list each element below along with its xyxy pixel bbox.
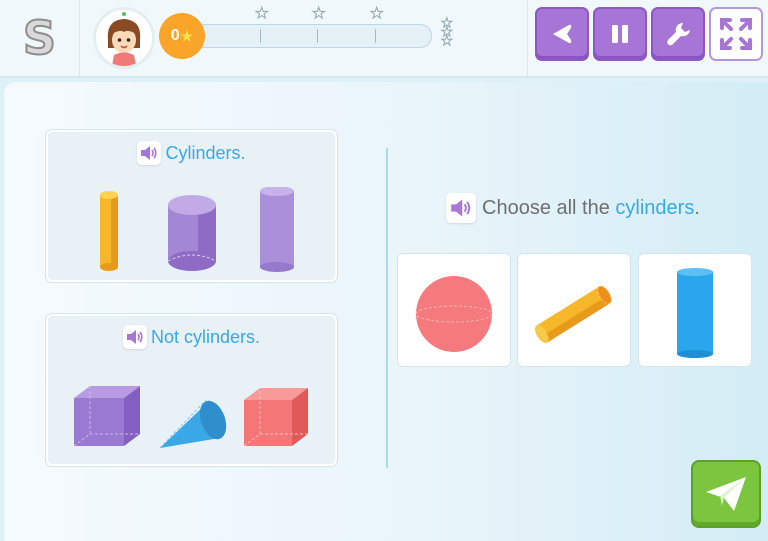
question-highlight: cylinders: [615, 196, 695, 219]
question-text: Choose all the cylinders.: [482, 197, 700, 220]
wrench-icon: [667, 23, 690, 46]
main-panel: Cylinders. Not cylinders. Choose all the…: [4, 82, 768, 541]
not-cylinders-label: Not cylinders.: [150, 326, 261, 347]
progress-tick: [260, 29, 261, 43]
card-title: Not cylinders.: [48, 325, 335, 349]
examples-not-cylinders-card: Not cylinders.: [46, 314, 337, 466]
divider: [386, 148, 388, 468]
progress-tick: [317, 29, 318, 43]
logo[interactable]: S: [0, 0, 80, 76]
question-suffix: .: [694, 196, 700, 219]
expand-icon: [720, 18, 752, 50]
coin-count: 0: [170, 27, 180, 44]
question-prompt: Choose all the cylinders.: [446, 193, 700, 223]
paper-plane-icon: [706, 477, 746, 511]
final-stars-icon: ★ ★ ★: [441, 15, 454, 48]
milestone-star-icon: ★: [369, 5, 384, 22]
speaker-icon: [141, 146, 158, 160]
back-button[interactable]: [535, 7, 589, 61]
milestone-star-icon: ★: [311, 5, 326, 22]
card-title: Cylinders.: [48, 141, 335, 165]
speaker-button[interactable]: [137, 141, 162, 165]
logo-letter: S: [22, 11, 57, 65]
choice-sphere[interactable]: [397, 253, 511, 367]
tilted-cylinder-icon: [534, 285, 612, 344]
pause-icon: [612, 25, 628, 43]
pause-button[interactable]: [593, 7, 647, 61]
speaker-icon: [451, 199, 471, 217]
speaker-icon: [126, 330, 143, 344]
back-icon: [553, 24, 572, 44]
star-icon: ★: [180, 27, 194, 44]
progress-tick: [375, 29, 376, 43]
coin-counter: 0 ★: [159, 13, 205, 59]
speaker-button[interactable]: [122, 325, 147, 349]
upright-cylinder-icon: [677, 268, 713, 358]
examples-cylinders-card: Cylinders.: [46, 130, 337, 282]
question-prefix: Choose all the: [482, 196, 616, 219]
settings-button[interactable]: [651, 7, 705, 61]
speaker-button[interactable]: [446, 193, 476, 223]
choice-cylinder-standing[interactable]: [638, 253, 752, 367]
choice-cylinder-lying[interactable]: [517, 253, 631, 367]
girl-avatar-icon: [96, 10, 152, 66]
submit-button[interactable]: [691, 460, 761, 528]
fullscreen-button[interactable]: [709, 7, 763, 61]
sphere-icon: [415, 276, 493, 352]
milestone-star-icon: ★: [254, 5, 269, 22]
progress-bar: [197, 24, 432, 48]
cylinder-examples-icon: [100, 187, 294, 272]
avatar[interactable]: [93, 7, 155, 69]
cylinders-label: Cylinders.: [165, 142, 246, 163]
non-cylinder-examples-icon: [73, 386, 308, 449]
divider: [527, 0, 528, 76]
top-bar: S 0 ★ ★ ★ ★ ★ ★ ★: [0, 0, 768, 78]
